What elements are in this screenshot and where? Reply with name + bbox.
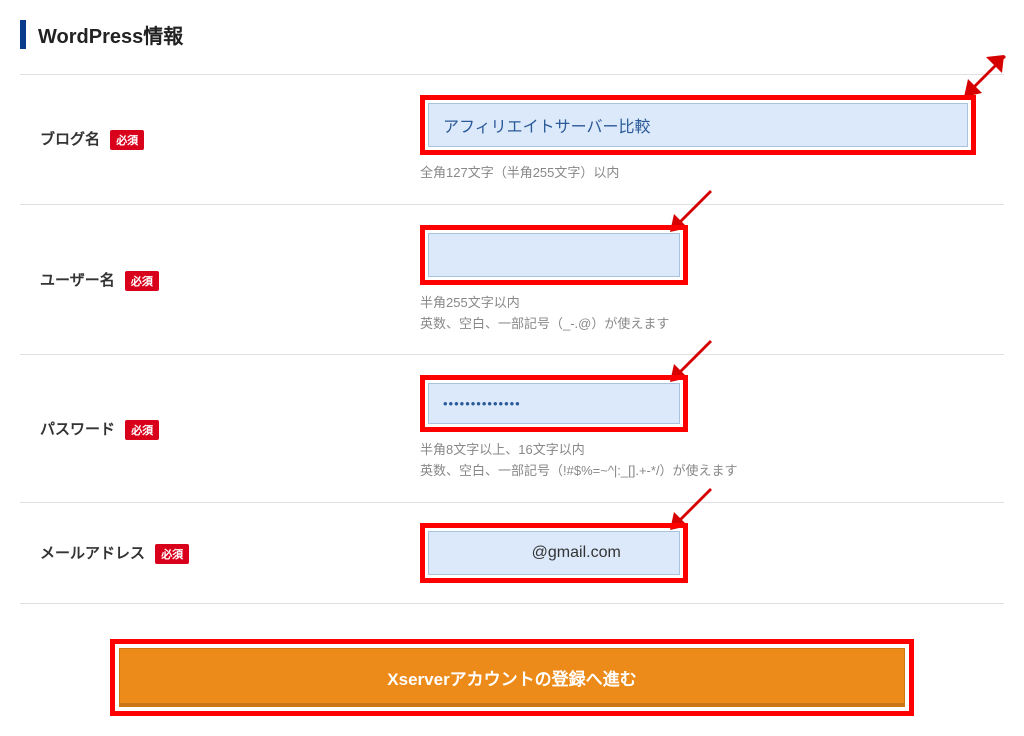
label-email: メールアドレス (40, 545, 145, 562)
label-cell-password: パスワード 必須 (20, 355, 420, 503)
blog-name-input[interactable] (428, 103, 968, 147)
section-title: WordPress情報 (20, 20, 1004, 49)
input-cell-password: 半角8文字以上、16文字以内 英数、空白、一部記号（!#$%=~^|:_[].+… (420, 355, 1004, 503)
input-cell-email (420, 502, 1004, 603)
required-badge: 必須 (155, 544, 189, 564)
required-badge: 必須 (110, 130, 144, 150)
wordpress-info-form: ブログ名 必須 全角127文字（半角255文字）以内 ユーザー名 必須 半角25… (20, 74, 1004, 604)
hint-blog-name: 全角127文字（半角255文字）以内 (420, 163, 984, 184)
row-password: パスワード 必須 半角8文字以上、16文字以内 英数、空白、一部記号（!#$%=… (20, 355, 1004, 503)
required-badge: 必須 (125, 271, 159, 291)
label-cell-user-name: ユーザー名 必須 (20, 204, 420, 355)
hint-password: 半角8文字以上、16文字以内 英数、空白、一部記号（!#$%=~^|:_[].+… (420, 440, 984, 482)
label-cell-blog-name: ブログ名 必須 (20, 75, 420, 205)
highlight-box (420, 523, 688, 583)
hint-user-name: 半角255文字以内 英数、空白、一部記号（_-.@）が使えます (420, 293, 984, 335)
email-input[interactable] (428, 531, 680, 575)
row-user-name: ユーザー名 必須 半角255文字以内 英数、空白、一部記号（_-.@）が使えます (20, 204, 1004, 355)
label-cell-email: メールアドレス 必須 (20, 502, 420, 603)
highlight-box (420, 225, 688, 285)
password-input[interactable] (428, 383, 680, 424)
user-name-input[interactable] (428, 233, 680, 277)
input-cell-blog-name: 全角127文字（半角255文字）以内 (420, 75, 1004, 205)
required-badge: 必須 (125, 420, 159, 440)
submit-button[interactable]: Xserverアカウントの登録へ進む (119, 648, 905, 707)
highlight-box (420, 95, 976, 155)
label-blog-name: ブログ名 (40, 131, 100, 148)
submit-area: Xserverアカウントの登録へ進む (20, 639, 1004, 716)
label-password: パスワード (40, 421, 115, 438)
highlight-box (420, 375, 688, 432)
row-blog-name: ブログ名 必須 全角127文字（半角255文字）以内 (20, 75, 1004, 205)
label-user-name: ユーザー名 (40, 272, 115, 289)
highlight-box: Xserverアカウントの登録へ進む (110, 639, 914, 716)
row-email: メールアドレス 必須 (20, 502, 1004, 603)
input-cell-user-name: 半角255文字以内 英数、空白、一部記号（_-.@）が使えます (420, 204, 1004, 355)
